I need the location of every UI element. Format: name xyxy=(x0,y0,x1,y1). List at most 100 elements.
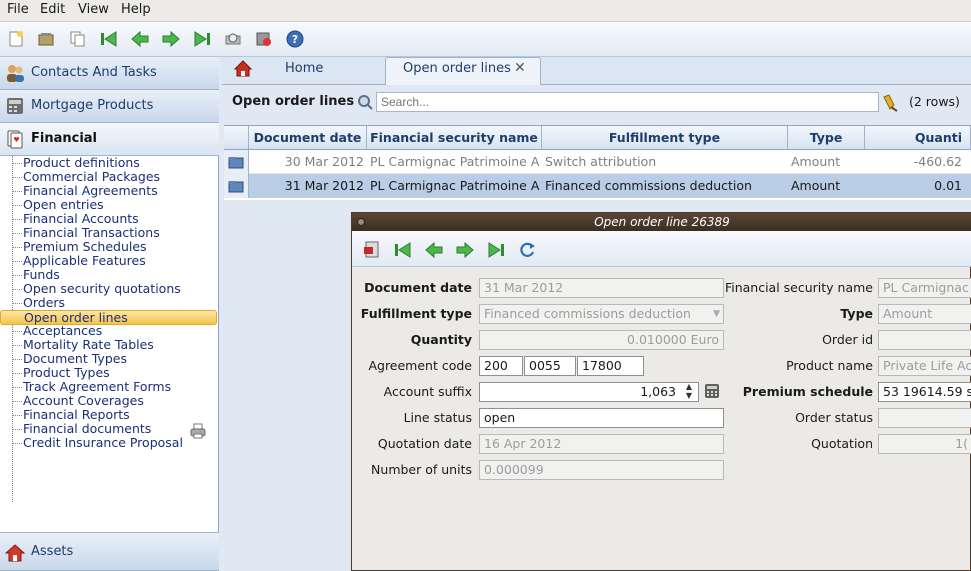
sidebar-tree-item[interactable]: Financial Transactions xyxy=(23,226,160,240)
tree-connector xyxy=(12,303,22,304)
column-header-quantity[interactable]: Quanti xyxy=(865,126,971,150)
sidebar-tree-item[interactable]: Financial documents xyxy=(23,422,151,436)
quantity-field[interactable]: 0.010000 Euro xyxy=(479,330,724,350)
agreement-code-part1[interactable]: 200 xyxy=(479,356,523,376)
first-record-icon[interactable] xyxy=(393,240,413,260)
column-header-type[interactable]: Type xyxy=(788,126,865,150)
document-date-field[interactable]: 31 Mar 2012 xyxy=(479,278,724,298)
type-field[interactable]: Amount xyxy=(878,304,971,324)
previous-record-icon[interactable] xyxy=(424,240,444,260)
house-icon xyxy=(5,544,25,562)
sidebar-tree-item[interactable]: Premium Schedules xyxy=(23,240,147,254)
quotation-date-field[interactable]: 16 Apr 2012 xyxy=(479,434,724,454)
sidebar-tree-item[interactable]: Funds xyxy=(23,268,60,282)
tree-connector xyxy=(12,331,22,332)
sidebar-tree-item[interactable]: Track Agreement Forms xyxy=(23,380,171,394)
sidebar-tree-item[interactable]: Financial Accounts xyxy=(23,212,139,226)
sidebar-tree-item[interactable]: Commercial Packages xyxy=(23,170,160,184)
tree-connector xyxy=(12,177,22,178)
printer-icon[interactable] xyxy=(190,423,206,439)
copy-icon[interactable] xyxy=(68,29,88,49)
column-header-document-date[interactable]: Document date xyxy=(249,126,367,150)
tree-connector xyxy=(12,345,22,346)
previous-icon[interactable] xyxy=(130,29,150,49)
cell-document-date: 31 Mar 2012 xyxy=(284,178,364,193)
sidebar-tree-item[interactable]: Product Types xyxy=(23,366,110,380)
agreement-code-part2[interactable]: 0055 xyxy=(524,356,576,376)
sidebar-tree-item[interactable]: Open entries xyxy=(23,198,104,212)
sidebar-tree-item[interactable]: Acceptances xyxy=(23,324,102,338)
delete-record-icon[interactable] xyxy=(362,240,382,260)
cell-document-date: 30 Mar 2012 xyxy=(284,154,364,169)
list-title: Open order lines xyxy=(232,94,355,109)
menu-file[interactable]: File xyxy=(7,2,29,17)
order-lines-table: Document date Financial security name Fu… xyxy=(224,125,971,200)
row-selector[interactable] xyxy=(224,150,249,174)
window-menu-icon[interactable] xyxy=(357,218,365,226)
sidebar: Contacts And Tasks Mortgage Products Fin… xyxy=(0,57,219,571)
order-id-field[interactable] xyxy=(878,330,971,350)
sidebar-tree-item[interactable]: Open security quotations xyxy=(23,282,181,296)
sidebar-section-contacts[interactable]: Contacts And Tasks xyxy=(0,57,219,90)
chevron-down-icon[interactable]: ▼ xyxy=(713,305,720,323)
order-status-field[interactable] xyxy=(878,408,971,428)
column-header-security-name[interactable]: Financial security name xyxy=(367,126,542,150)
sidebar-section-assets[interactable]: Assets xyxy=(0,532,219,571)
row-selector[interactable] xyxy=(224,174,249,198)
sidebar-tree-item[interactable]: Product definitions xyxy=(23,156,140,170)
cell-type: Amount xyxy=(791,154,841,169)
first-icon[interactable] xyxy=(99,29,119,49)
table-row[interactable]: 31 Mar 2012 PL Carmignac Patrimoine A Fi… xyxy=(224,174,971,198)
sidebar-tree-item[interactable]: Account Coverages xyxy=(23,394,144,408)
print-preview-icon[interactable] xyxy=(223,29,243,49)
quotation-field[interactable]: 1( xyxy=(878,434,971,454)
line-status-field[interactable]: open xyxy=(479,408,724,428)
svg-text:?: ? xyxy=(292,33,298,46)
help-icon[interactable]: ? xyxy=(285,29,305,49)
last-icon[interactable] xyxy=(192,29,212,49)
last-record-icon[interactable] xyxy=(486,240,506,260)
menu-edit[interactable]: Edit xyxy=(40,2,65,17)
sidebar-section-mortgage[interactable]: Mortgage Products xyxy=(0,90,219,123)
number-of-units-field[interactable]: 0.000099 xyxy=(479,460,724,480)
menu-help[interactable]: Help xyxy=(121,2,151,17)
account-suffix-field[interactable]: 1,063 ▲ ▼ xyxy=(479,382,699,402)
order-line-dialog: Open order line 26389 Document date 31 M… xyxy=(351,212,971,571)
fulfillment-type-select[interactable]: Financed commissions deduction ▼ xyxy=(479,304,724,324)
financial-security-name-field[interactable]: PL Carmignac Pa xyxy=(878,278,971,298)
sidebar-tree-item[interactable]: Mortality Rate Tables xyxy=(23,338,154,352)
next-record-icon[interactable] xyxy=(455,240,475,260)
sidebar-tree-item[interactable]: Orders xyxy=(23,296,65,310)
sidebar-tree-item[interactable]: Applicable Features xyxy=(23,254,146,268)
dialog-title[interactable]: Open order line 26389 xyxy=(352,213,971,231)
table-row[interactable]: 30 Mar 2012 PL Carmignac Patrimoine A Sw… xyxy=(224,150,971,174)
new-icon[interactable] xyxy=(6,29,26,49)
refresh-icon[interactable] xyxy=(517,240,537,260)
sidebar-section-financial[interactable]: Financial xyxy=(0,123,219,156)
search-input[interactable] xyxy=(376,92,879,112)
sidebar-tree-item[interactable]: Credit Insurance Proposal xyxy=(23,436,183,450)
open-icon[interactable] xyxy=(36,29,56,49)
calculator-icon[interactable] xyxy=(704,383,720,399)
menu-view[interactable]: View xyxy=(78,2,109,17)
tree-connector xyxy=(12,261,22,262)
folder-icon xyxy=(228,157,244,169)
spinner-icon[interactable]: ▲ ▼ xyxy=(686,383,692,400)
premium-schedule-field[interactable]: 53 19614.59 sir xyxy=(878,382,971,402)
tab-label: Home xyxy=(285,61,324,76)
delete-icon[interactable] xyxy=(254,29,274,49)
column-header-fulfillment-type[interactable]: Fulfillment type xyxy=(542,126,788,150)
column-header-selector xyxy=(224,126,249,150)
agreement-code-part3[interactable]: 17800 xyxy=(577,356,644,376)
tree-connector xyxy=(12,275,22,276)
clear-search-icon[interactable] xyxy=(881,94,899,112)
financial-security-name-label: Financial security name xyxy=(724,280,873,295)
product-name-field[interactable]: Private Life Ac xyxy=(878,356,971,376)
sidebar-tree-item[interactable]: Document Types xyxy=(23,352,127,366)
sidebar-tree-item[interactable]: Financial Reports xyxy=(23,408,130,422)
close-icon[interactable]: ✕ xyxy=(514,60,526,76)
sidebar-tree-item[interactable]: Financial Agreements xyxy=(23,184,158,198)
tab-home[interactable]: Home xyxy=(226,57,376,84)
next-icon[interactable] xyxy=(161,29,181,49)
tab-open-order-lines[interactable]: Open order lines ✕ xyxy=(385,57,541,85)
